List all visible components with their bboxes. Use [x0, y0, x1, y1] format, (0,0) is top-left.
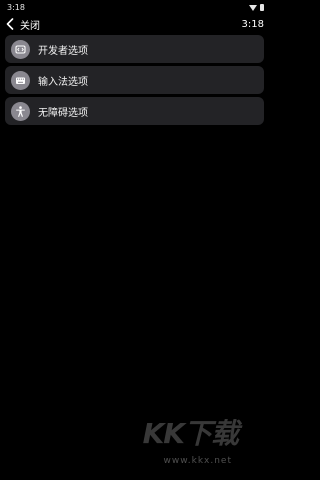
settings-item-input-method-options[interactable]: 输入法选项: [5, 66, 264, 94]
settings-list: 开发者选项 输入法选项 无障碍选项: [5, 35, 264, 128]
settings-item-label: 无障碍选项: [38, 107, 88, 119]
status-bar: 3:18: [0, 0, 270, 14]
accessibility-icon: [11, 101, 30, 121]
status-icons: [249, 3, 264, 11]
watermark-url: www.kkx.net: [163, 456, 232, 466]
developer-options-icon: [11, 39, 30, 59]
back-chevron-icon: [4, 17, 16, 31]
app-bar-time: 3:18: [241, 18, 264, 30]
settings-item-developer-options[interactable]: 开发者选项: [5, 35, 264, 63]
status-time: 3:18: [7, 2, 25, 12]
close-button[interactable]: 关闭: [4, 17, 40, 32]
watermark: KK下载 www.kkx.net: [110, 410, 260, 470]
settings-item-label: 开发者选项: [38, 45, 88, 57]
watermark-brand: KK下载: [142, 417, 239, 450]
close-label: 关闭: [20, 20, 40, 32]
settings-item-label: 输入法选项: [38, 76, 88, 88]
wifi-icon: [249, 4, 257, 11]
app-bar: 关闭 3:18: [0, 14, 270, 34]
battery-icon: [260, 3, 264, 11]
keyboard-icon: [11, 70, 30, 90]
settings-item-accessibility-options[interactable]: 无障碍选项: [5, 97, 264, 125]
